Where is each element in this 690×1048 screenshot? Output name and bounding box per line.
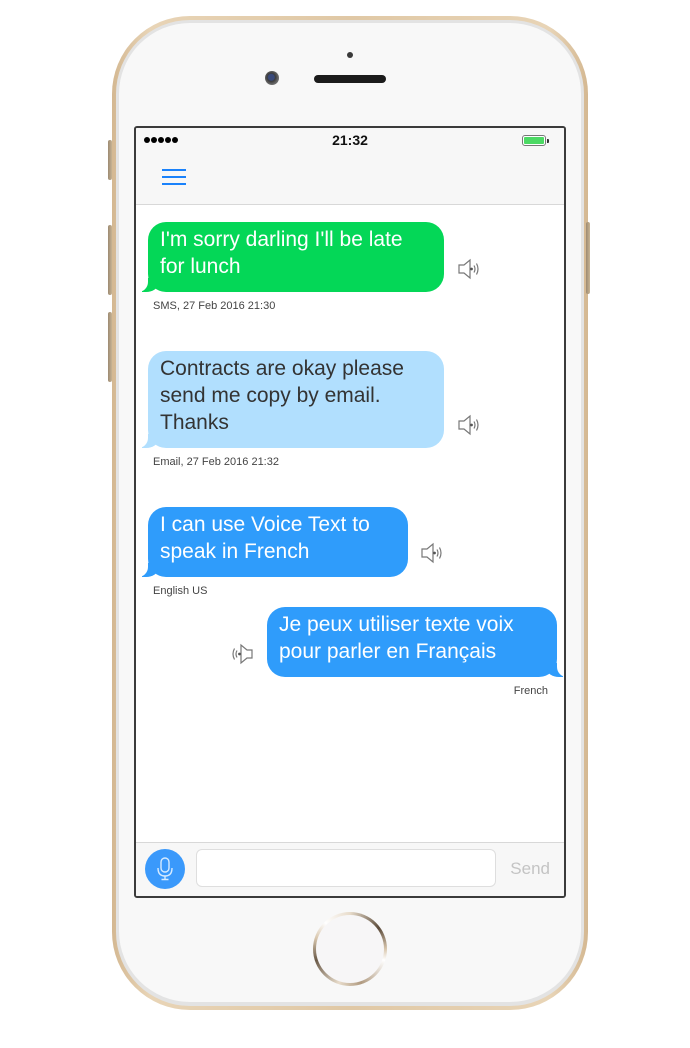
message-text: I'm sorry darling I'll be late for lunch [160,228,403,278]
screen: 21:32 I'm sorry darling I'll be late for… [134,126,566,898]
speaker-icon[interactable] [419,540,445,566]
message-input[interactable] [196,849,496,887]
message-meta: Email, 27 Feb 2016 21:32 [153,456,279,468]
message-bubble[interactable]: I can use Voice Text to speak in French [138,507,408,577]
message-meta: SMS, 27 Feb 2016 21:30 [153,300,276,312]
speaker-icon[interactable] [456,412,482,438]
message-text: Je peux utiliser texte voix pour parler … [279,613,514,663]
microphone-button[interactable] [145,849,185,889]
hamburger-menu-icon[interactable] [162,166,186,186]
message-bubble[interactable]: Contracts are okay please send me copy b… [138,351,444,448]
power-button [586,222,590,294]
speaker-icon[interactable] [229,641,255,667]
nav-bar [136,152,564,205]
volume-up-button [108,225,112,295]
message-meta: English US [153,585,208,597]
volume-down-button [108,312,112,382]
message-list: I'm sorry darling I'll be late for lunch… [136,205,564,845]
speaker-icon[interactable] [456,256,482,282]
earpiece-speaker [314,75,386,83]
status-time: 21:32 [332,132,368,148]
message-bubble[interactable]: Je peux utiliser texte voix pour parler … [267,607,564,677]
message-text: I can use Voice Text to speak in French [160,513,370,563]
status-bar: 21:32 [136,128,564,152]
input-bar: Send [136,842,564,896]
microphone-icon [157,857,173,881]
mute-switch [108,140,112,180]
home-button[interactable] [313,912,387,986]
message-bubble[interactable]: I'm sorry darling I'll be late for lunch [138,222,444,292]
battery-icon [522,135,549,146]
send-button[interactable]: Send [510,859,550,879]
proximity-sensor [347,52,353,58]
front-camera [265,71,279,85]
message-text: Contracts are okay please send me copy b… [160,357,404,434]
message-meta: French [513,685,548,697]
